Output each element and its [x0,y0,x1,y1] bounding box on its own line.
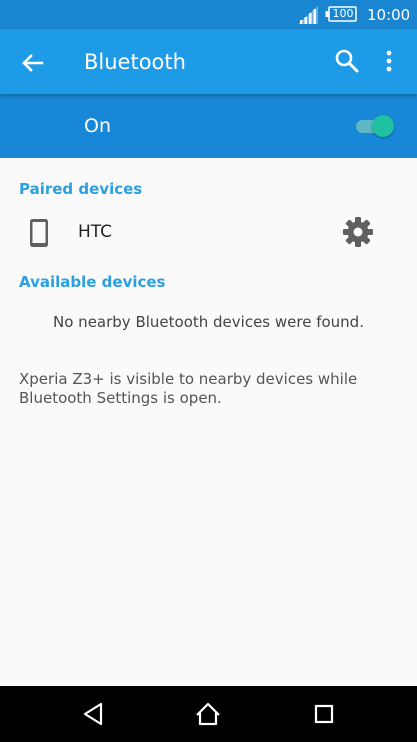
no-devices-message: No nearby Bluetooth devices were found. [53,313,364,331]
battery-level: 100 [332,7,354,20]
paired-device-row[interactable]: HTC [0,206,417,260]
visibility-message: Xperia Z3+ is visible to nearby devices … [19,370,358,407]
navigation-bar [0,686,417,742]
nav-back-icon[interactable] [79,700,107,728]
gear-icon[interactable] [340,214,376,250]
app-bar: Bluetooth [0,29,417,94]
bluetooth-toggle[interactable] [354,114,396,138]
back-arrow-icon[interactable] [16,47,48,79]
more-vert-icon[interactable] [376,45,402,77]
page-title: Bluetooth [84,50,186,74]
switch-label: On [84,115,111,137]
signal-strength-icon [298,6,318,24]
paired-devices-header: Paired devices [19,180,143,198]
paired-device-name: HTC [78,222,113,242]
available-devices-header: Available devices [19,273,166,291]
nav-home-icon[interactable] [194,700,222,728]
nav-recents-icon[interactable] [310,700,338,728]
toggle-thumb [372,115,394,137]
smartphone-icon [30,219,48,247]
bluetooth-master-switch-bar[interactable]: On [0,94,417,158]
search-icon[interactable] [331,45,363,77]
status-bar: 100 10:00 [0,0,417,29]
status-clock: 10:00 [367,6,411,24]
